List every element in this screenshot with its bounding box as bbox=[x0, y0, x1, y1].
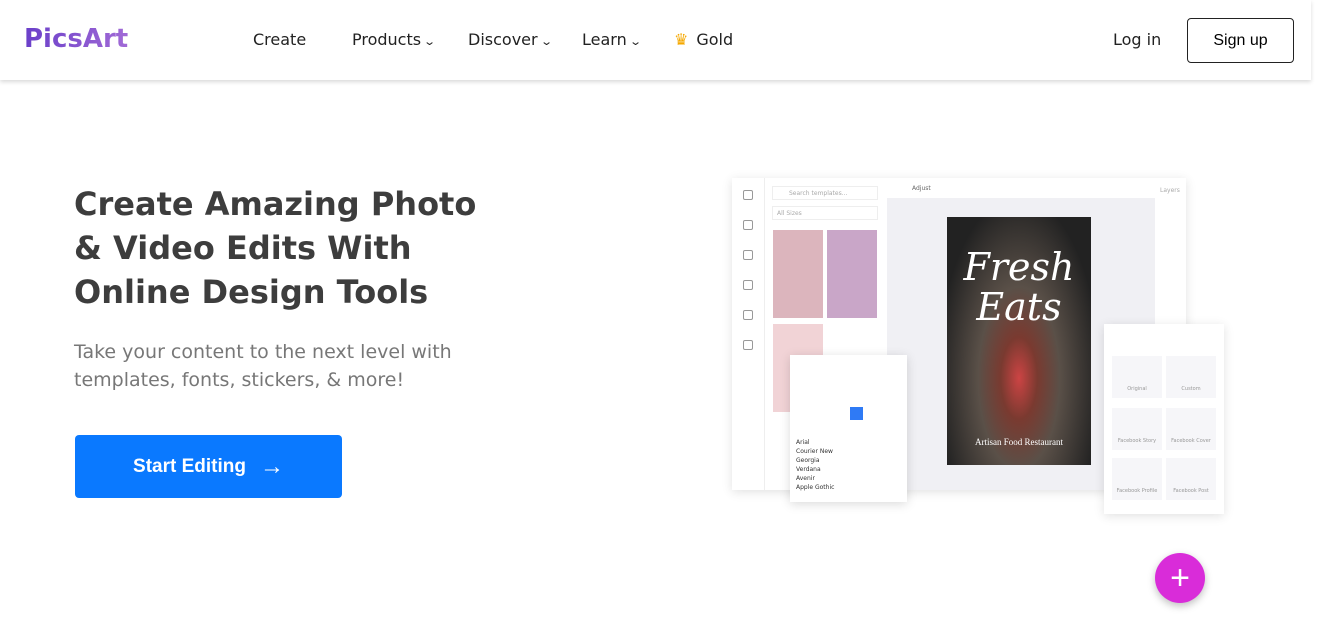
nav-discover[interactable]: Discover ⌄ bbox=[468, 30, 553, 49]
size-option: Facebook Profile bbox=[1112, 458, 1162, 500]
poster-title: Fresh Eats bbox=[963, 245, 1075, 329]
font-item: Georgia bbox=[796, 457, 820, 464]
size-option: Original bbox=[1112, 356, 1162, 398]
template-thumb bbox=[773, 230, 823, 318]
nav-create[interactable]: Create bbox=[253, 30, 306, 49]
nav-label: Gold bbox=[696, 30, 734, 49]
size-option: Facebook Story bbox=[1112, 408, 1162, 450]
signup-button[interactable]: Sign up bbox=[1187, 18, 1294, 63]
picsart-logo[interactable]: PicsArt bbox=[24, 24, 128, 54]
font-item: Apple Gothic bbox=[796, 484, 835, 491]
font-item: Arial bbox=[796, 439, 810, 446]
size-panel: Original Custom Facebook Story Facebook … bbox=[1104, 324, 1224, 514]
login-link[interactable]: Log in bbox=[1113, 30, 1161, 49]
template-thumb bbox=[827, 230, 877, 318]
font-panel: Arial Courier New Georgia Verdana Avenir… bbox=[790, 355, 907, 502]
crown-icon: ♛ bbox=[674, 30, 689, 49]
nav-label: Learn bbox=[582, 30, 627, 49]
nav-products[interactable]: Products ⌄ bbox=[352, 30, 437, 49]
cta-label: Start Editing bbox=[133, 455, 246, 477]
font-item: Courier New bbox=[796, 448, 833, 455]
chevron-down-icon: ⌄ bbox=[423, 35, 437, 48]
size-option: Facebook Post bbox=[1166, 458, 1216, 500]
hero-subtitle: Take your content to the next level with… bbox=[74, 341, 452, 391]
chevron-down-icon: ⌄ bbox=[628, 35, 642, 48]
nav-label: Discover bbox=[468, 30, 538, 49]
size-filter: All Sizes bbox=[772, 206, 878, 220]
chevron-down-icon: ⌄ bbox=[539, 35, 553, 48]
nav-learn[interactable]: Learn ⌄ bbox=[582, 30, 642, 49]
top-nav: PicsArt Create Products ⌄ Discover ⌄ Learn… bbox=[0, 0, 1311, 80]
font-item: Avenir bbox=[796, 475, 815, 482]
font-item: Verdana bbox=[796, 466, 821, 473]
start-editing-button[interactable]: Start Editing → bbox=[75, 435, 342, 498]
poster-preview: Fresh Eats Artisan Food Restaurant bbox=[947, 217, 1091, 465]
nav-label: Create bbox=[253, 30, 307, 49]
poster-subtitle: Artisan Food Restaurant bbox=[975, 437, 1063, 447]
nav-label: Products bbox=[352, 30, 422, 49]
size-option: Custom bbox=[1166, 356, 1216, 398]
template-search: Search templates... bbox=[772, 186, 878, 200]
plus-icon[interactable]: + bbox=[1155, 553, 1205, 603]
arrow-right-icon: → bbox=[259, 452, 284, 480]
panel-header: Adjust bbox=[912, 185, 931, 192]
nav-gold[interactable]: ♛ Gold bbox=[674, 30, 733, 49]
hero-title: Create Amazing Photo & Video Edits With … bbox=[74, 185, 477, 311]
size-option: Facebook Cover bbox=[1166, 408, 1216, 450]
tool-rail bbox=[732, 178, 765, 490]
layers-label: Layers bbox=[1160, 187, 1180, 194]
